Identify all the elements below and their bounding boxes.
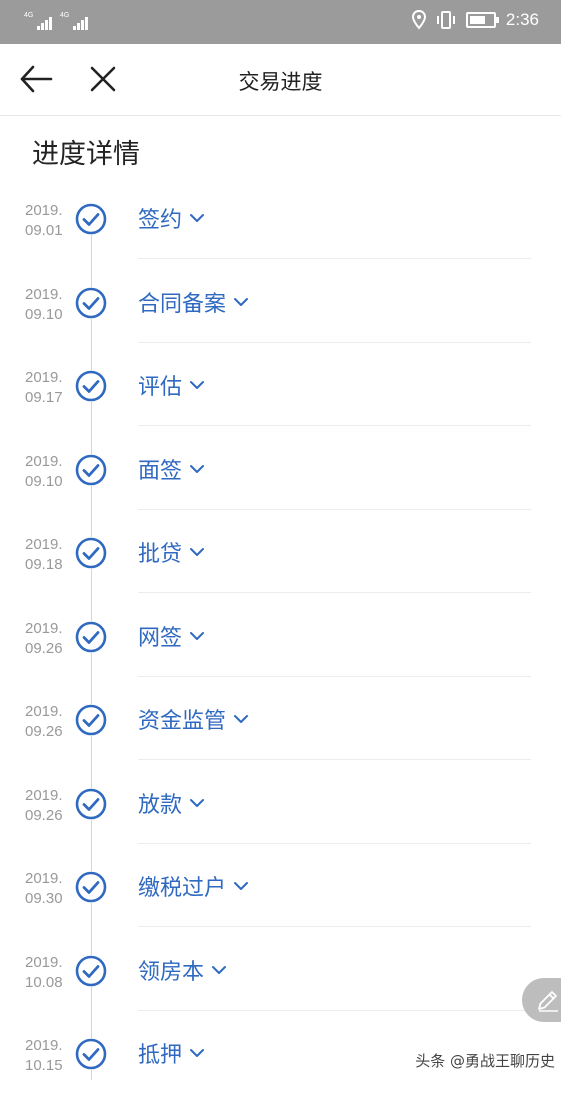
timeline-step[interactable]: 2019. 09.26 网签 xyxy=(0,619,561,703)
step-label: 面签 xyxy=(138,459,183,484)
step-date: 2019. 09.30 xyxy=(25,870,63,907)
row-divider xyxy=(138,258,531,259)
check-circle-icon xyxy=(75,955,107,987)
step-toggle[interactable]: 缴税过户 xyxy=(138,871,249,901)
step-date: 2019. 09.26 xyxy=(25,620,63,657)
check-circle-icon xyxy=(75,537,107,569)
network-type-label: 4G xyxy=(24,12,34,19)
check-circle-icon xyxy=(75,370,107,402)
row-divider xyxy=(138,676,531,677)
check-circle-icon xyxy=(75,454,107,486)
step-label: 签约 xyxy=(138,208,183,233)
step-toggle[interactable]: 合同备案 xyxy=(138,287,249,317)
check-circle-icon xyxy=(75,1038,107,1070)
row-divider xyxy=(138,342,531,343)
step-label: 批贷 xyxy=(138,542,183,567)
chevron-down-icon xyxy=(212,966,227,974)
row-divider xyxy=(138,592,531,593)
row-divider xyxy=(138,759,531,760)
timeline-step[interactable]: 2019. 10.08 领房本 xyxy=(0,953,561,1037)
watermark-text: 头条 @勇战王聊历史 xyxy=(415,1052,555,1070)
step-label: 抵押 xyxy=(138,1043,183,1068)
chevron-down-icon xyxy=(190,465,205,473)
step-date: 2019. 10.15 xyxy=(25,1037,63,1074)
step-toggle[interactable]: 领房本 xyxy=(138,955,227,985)
step-date: 2019. 09.18 xyxy=(25,536,63,573)
step-date: 2019. 09.01 xyxy=(25,202,63,239)
network-type-label: 4G xyxy=(60,12,70,19)
check-circle-icon xyxy=(75,704,107,736)
step-label: 放款 xyxy=(138,793,183,818)
chevron-down-icon xyxy=(190,799,205,807)
step-date: 2019. 09.10 xyxy=(25,453,63,490)
check-circle-icon xyxy=(75,871,107,903)
step-toggle[interactable]: 评估 xyxy=(138,370,205,400)
step-toggle[interactable]: 批贷 xyxy=(138,537,205,567)
step-toggle[interactable]: 资金监管 xyxy=(138,704,249,734)
battery-icon xyxy=(465,12,499,28)
chevron-down-icon xyxy=(234,298,249,306)
pencil-icon xyxy=(538,991,558,1012)
timeline-step[interactable]: 2019. 09.17 评估 xyxy=(0,368,561,452)
chevron-down-icon xyxy=(234,882,249,890)
timeline-step[interactable]: 2019. 09.26 放款 xyxy=(0,786,561,870)
page-title: 交易进度 xyxy=(238,70,323,94)
timeline-step[interactable]: 2019. 09.30 缴税过户 xyxy=(0,869,561,953)
step-toggle[interactable]: 面签 xyxy=(138,454,205,484)
section-title: 进度详情 xyxy=(32,139,140,170)
vibrate-icon xyxy=(436,11,455,29)
step-toggle[interactable]: 抵押 xyxy=(138,1038,205,1068)
timeline-step[interactable]: 2019. 09.18 批贷 xyxy=(0,535,561,619)
check-circle-icon xyxy=(75,287,107,319)
timeline-step[interactable]: 2019. 09.01 签约 xyxy=(0,201,561,285)
signal-icon: 4G xyxy=(24,12,52,30)
row-divider xyxy=(138,509,531,510)
row-divider xyxy=(138,843,531,844)
timeline-step[interactable]: 2019. 09.26 资金监管 xyxy=(0,702,561,786)
step-date: 2019. 09.26 xyxy=(25,703,63,740)
status-time: 2:36 xyxy=(505,10,539,29)
step-label: 资金监管 xyxy=(138,709,227,734)
check-circle-icon xyxy=(75,621,107,653)
step-date: 2019. 09.10 xyxy=(25,286,63,323)
step-label: 缴税过户 xyxy=(138,876,227,901)
check-circle-icon xyxy=(75,203,107,235)
chevron-down-icon xyxy=(190,381,205,389)
chevron-down-icon xyxy=(190,214,205,222)
row-divider xyxy=(138,425,531,426)
step-date: 2019. 09.17 xyxy=(25,369,63,406)
nav-bar: 交易进度 xyxy=(0,44,561,116)
step-toggle[interactable]: 放款 xyxy=(138,788,205,818)
step-label: 评估 xyxy=(138,375,183,400)
step-label: 网签 xyxy=(138,626,183,651)
row-divider xyxy=(138,1010,531,1011)
chevron-down-icon xyxy=(190,1049,205,1057)
check-circle-icon xyxy=(75,788,107,820)
signal-icon: 4G xyxy=(60,12,88,30)
edit-button[interactable] xyxy=(522,978,561,1022)
timeline-step[interactable]: 2019. 09.10 面签 xyxy=(0,452,561,536)
step-label: 合同备案 xyxy=(138,292,227,317)
chevron-down-icon xyxy=(190,632,205,640)
step-date: 2019. 09.26 xyxy=(25,787,63,824)
row-divider xyxy=(138,926,531,927)
chevron-down-icon xyxy=(234,715,249,723)
timeline-step[interactable]: 2019. 09.10 合同备案 xyxy=(0,285,561,369)
location-icon xyxy=(411,10,426,30)
status-bar: 4G 4G 2:36 xyxy=(0,0,561,44)
chevron-down-icon xyxy=(190,548,205,556)
step-date: 2019. 10.08 xyxy=(25,954,63,991)
step-toggle[interactable]: 网签 xyxy=(138,621,205,651)
step-label: 领房本 xyxy=(138,960,205,985)
step-toggle[interactable]: 签约 xyxy=(138,203,205,233)
timeline-step[interactable]: 2019. 10.15 抵押 xyxy=(0,1036,561,1120)
